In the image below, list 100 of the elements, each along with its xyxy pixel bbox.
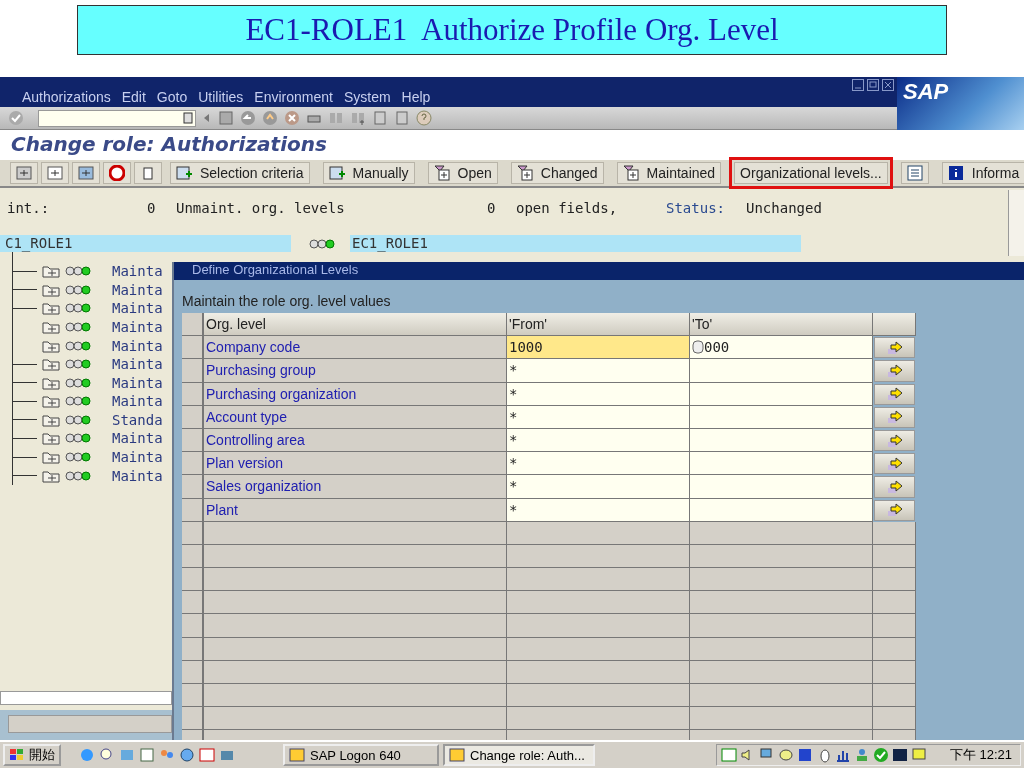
help-button[interactable]	[103, 162, 131, 184]
minimize-icon[interactable]	[852, 79, 864, 91]
row-selector[interactable]	[182, 359, 204, 383]
from-field[interactable]: *	[507, 382, 690, 406]
to-field[interactable]	[690, 452, 873, 476]
toolbar-button[interactable]: Changed	[510, 162, 604, 184]
document-icon[interactable]	[78, 165, 94, 181]
vertical-scrollbar[interactable]	[1008, 190, 1024, 256]
add-icon[interactable]	[328, 165, 345, 181]
tree-node-text[interactable]: Mainta	[112, 449, 163, 466]
tree-node-text[interactable]: Standa	[112, 411, 163, 428]
tree-node-text[interactable]: Mainta	[112, 281, 163, 298]
detail-button[interactable]	[874, 383, 915, 405]
row-selector[interactable]	[182, 614, 204, 638]
list-icon[interactable]	[906, 165, 923, 181]
row-selector[interactable]	[182, 660, 204, 684]
row-selector[interactable]	[182, 707, 204, 731]
folder-icon	[42, 412, 60, 427]
detail-button[interactable]	[874, 337, 915, 359]
detail-button[interactable]	[874, 360, 915, 382]
taskbar-button[interactable]: Change role: Auth...	[443, 744, 595, 766]
row-selector[interactable]	[182, 336, 204, 360]
toolbar-button[interactable]: Informa	[941, 162, 1024, 184]
menu-item[interactable]: Authorizations	[22, 89, 111, 105]
to-field[interactable]	[690, 405, 873, 429]
restore-icon[interactable]	[867, 79, 879, 91]
from-field[interactable]: *	[507, 405, 690, 429]
expand-button[interactable]	[10, 162, 38, 184]
cancel-icon[interactable]	[284, 110, 300, 126]
toolbar-button[interactable]: Open	[427, 162, 498, 184]
add-icon[interactable]	[176, 165, 192, 181]
row-selector[interactable]	[182, 498, 204, 522]
check-icon[interactable]	[8, 110, 24, 126]
toolbar-button[interactable]: Maintained	[616, 162, 722, 184]
filter-icon[interactable]	[516, 165, 533, 181]
row-selector[interactable]	[182, 637, 204, 661]
to-field[interactable]	[690, 498, 873, 522]
tree-node-text[interactable]: Mainta	[112, 467, 163, 484]
to-field[interactable]: 000	[690, 336, 873, 360]
toolbar-button[interactable]: Manually	[322, 162, 415, 184]
from-field[interactable]: *	[507, 359, 690, 383]
filter-icon[interactable]	[433, 165, 450, 181]
from-field[interactable]: *	[507, 428, 690, 453]
row-selector[interactable]	[182, 544, 204, 569]
detail-button[interactable]	[874, 453, 915, 475]
menu-item[interactable]: Help	[401, 89, 431, 105]
detail-button[interactable]	[874, 429, 915, 452]
menu-item[interactable]: Environment	[254, 89, 333, 105]
detail-button[interactable]	[874, 499, 915, 521]
to-field[interactable]	[690, 475, 873, 499]
filter-icon[interactable]	[622, 165, 639, 181]
check-icon[interactable]	[872, 747, 889, 763]
toolbar-button[interactable]: Organizational levels...	[734, 162, 888, 184]
help-icon[interactable]	[416, 110, 432, 126]
menu-item[interactable]: System	[343, 89, 391, 105]
row-selector[interactable]	[182, 684, 204, 708]
tree-node-text[interactable]: Mainta	[112, 374, 163, 391]
collapse-button[interactable]	[41, 162, 69, 184]
tree-node-text[interactable]: Mainta	[112, 356, 163, 373]
collapse-icon[interactable]	[47, 165, 63, 181]
tree-node-text[interactable]: Mainta	[112, 319, 163, 335]
row-selector[interactable]	[182, 428, 204, 453]
menu-item[interactable]: Goto	[156, 89, 188, 105]
table-cell: Sales organization	[204, 475, 507, 499]
row-selector[interactable]	[182, 382, 204, 406]
menu-item[interactable]: Edit	[121, 89, 146, 105]
select-all-button[interactable]	[182, 313, 204, 337]
toolbar-button[interactable]: Selection criteria	[170, 162, 310, 184]
horizontal-scrollbar[interactable]	[0, 691, 172, 705]
row-selector[interactable]	[182, 475, 204, 499]
detail-button[interactable]	[874, 476, 915, 498]
expand-icon[interactable]	[16, 165, 32, 181]
from-field[interactable]: *	[507, 498, 690, 522]
close-icon[interactable]	[882, 79, 894, 91]
command-field[interactable]	[38, 109, 196, 127]
tree-node-text[interactable]: Mainta	[112, 300, 163, 317]
from-field[interactable]: *	[507, 475, 690, 499]
row-selector[interactable]	[182, 591, 204, 615]
tree-node-text[interactable]: Mainta	[112, 430, 163, 447]
menu-item[interactable]: Utilities	[198, 89, 244, 105]
start-button[interactable]: 開始	[3, 744, 61, 766]
taskbar-button[interactable]: SAP Logon 640	[283, 744, 439, 766]
from-field[interactable]: *	[507, 452, 690, 476]
row-selector[interactable]	[182, 452, 204, 476]
detail-button[interactable]	[874, 406, 915, 428]
tree-node-text[interactable]: Mainta	[112, 337, 163, 354]
to-field[interactable]	[690, 359, 873, 383]
info-icon[interactable]	[947, 165, 964, 181]
delete-button[interactable]	[134, 162, 162, 184]
row-selector[interactable]	[182, 405, 204, 429]
tree-node-text[interactable]: Mainta	[112, 393, 163, 410]
row-selector[interactable]	[182, 568, 204, 592]
toolbar-button[interactable]	[900, 162, 929, 184]
to-field[interactable]	[690, 428, 873, 453]
check-button[interactable]	[72, 162, 100, 184]
row-selector[interactable]	[182, 521, 204, 545]
to-field[interactable]	[690, 382, 873, 406]
from-field[interactable]: 1000	[507, 336, 690, 360]
folder-icon	[42, 338, 60, 353]
tree-node-text[interactable]: Mainta	[112, 263, 163, 280]
